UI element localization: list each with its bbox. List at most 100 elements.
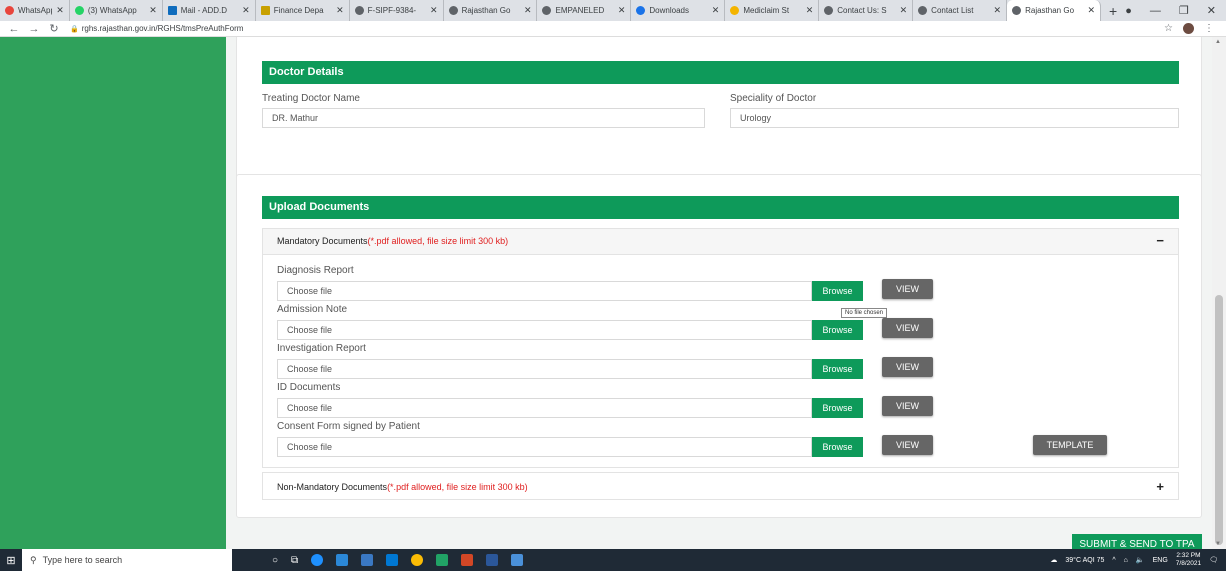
browser-tab[interactable]: Contact Us: S ✕ bbox=[819, 0, 914, 21]
profile-dot-icon[interactable]: ● bbox=[1125, 5, 1132, 17]
mail-icon[interactable] bbox=[386, 554, 399, 566]
browse-button[interactable]: Browse bbox=[812, 437, 863, 457]
notifications-icon[interactable]: 🗨 bbox=[1209, 556, 1218, 564]
scroll-up-icon[interactable]: ▲ bbox=[1215, 39, 1221, 45]
taskbar-apps: ○ ⧉ bbox=[272, 554, 524, 566]
browser-tab[interactable]: F-SIPF-9384- ✕ bbox=[350, 0, 444, 21]
file-input[interactable]: Choose file bbox=[277, 281, 812, 301]
browser-tab-active[interactable]: Rajasthan Go ✕ bbox=[1007, 0, 1102, 21]
section-heading: Upload Documents bbox=[262, 196, 1179, 219]
browse-button[interactable]: Browse bbox=[812, 281, 863, 301]
size-limit-note: (*.pdf allowed, file size limit 300 kb) bbox=[367, 236, 509, 246]
scrollbar-thumb[interactable] bbox=[1215, 295, 1223, 545]
view-button[interactable]: VIEW bbox=[882, 279, 933, 299]
treating-doctor-field[interactable]: DR. Mathur bbox=[262, 108, 705, 128]
file-explorer-icon[interactable] bbox=[361, 554, 374, 566]
address-bar: ← → ↻ 🔒 rghs.rajasthan.gov.in/RGHS/tmsPre… bbox=[0, 21, 1226, 37]
tab-favicon-icon bbox=[730, 6, 740, 15]
close-tab-icon[interactable]: ✕ bbox=[149, 5, 157, 16]
close-tab-icon[interactable]: ✕ bbox=[524, 5, 532, 16]
url-field[interactable]: 🔒 rghs.rajasthan.gov.in/RGHS/tmsPreAuthFo… bbox=[70, 24, 243, 33]
tooltip: No file chosen bbox=[841, 308, 888, 318]
menu-kebab-icon[interactable]: ⋮ bbox=[1204, 23, 1214, 34]
close-tab-icon[interactable]: ✕ bbox=[994, 5, 1002, 16]
view-button[interactable]: VIEW bbox=[882, 435, 933, 455]
tray-chevron-icon[interactable]: ^ bbox=[1112, 557, 1115, 564]
bookmark-star-icon[interactable]: ☆ bbox=[1164, 23, 1173, 34]
task-view-icon[interactable]: ⧉ bbox=[291, 555, 298, 566]
tab-favicon-icon bbox=[260, 6, 270, 15]
store-icon[interactable] bbox=[336, 554, 349, 566]
close-window-icon[interactable]: ✕ bbox=[1207, 4, 1216, 17]
mandatory-documents-header[interactable]: Mandatory Documents(*.pdf allowed, file … bbox=[263, 229, 1178, 255]
non-mandatory-documents-panel: Non-Mandatory Documents(*.pdf allowed, f… bbox=[262, 472, 1179, 500]
scrollbar[interactable]: ▲ ▼ bbox=[1212, 37, 1226, 549]
chrome-icon[interactable] bbox=[411, 554, 424, 566]
close-tab-icon[interactable]: ✕ bbox=[336, 5, 344, 16]
close-tab-icon[interactable]: ✕ bbox=[618, 5, 626, 16]
file-input[interactable]: Choose file bbox=[277, 398, 812, 418]
view-button[interactable]: VIEW bbox=[882, 318, 933, 338]
browse-button[interactable]: Browse bbox=[812, 359, 863, 379]
network-icon[interactable]: ⌂ bbox=[1124, 557, 1128, 564]
browser-tab[interactable]: WhatsApp ✕ bbox=[0, 0, 70, 21]
speciality-field[interactable]: Urology bbox=[730, 108, 1179, 128]
word-icon[interactable] bbox=[486, 554, 499, 566]
file-input[interactable]: Choose file bbox=[277, 437, 812, 457]
taskbar-search[interactable]: ⚲ Type here to search bbox=[22, 549, 232, 571]
avatar[interactable] bbox=[1183, 23, 1194, 34]
tab-favicon-icon bbox=[824, 6, 834, 15]
reload-icon[interactable]: ↻ bbox=[48, 22, 60, 35]
scroll-down-icon[interactable]: ▼ bbox=[1215, 541, 1221, 547]
browser-tab[interactable]: Rajasthan Go ✕ bbox=[444, 0, 538, 21]
new-tab-icon[interactable]: + bbox=[1101, 3, 1125, 19]
excel-icon[interactable] bbox=[436, 554, 449, 566]
tab-favicon-icon bbox=[448, 6, 458, 15]
view-button[interactable]: VIEW bbox=[882, 357, 933, 377]
close-tab-icon[interactable]: ✕ bbox=[806, 5, 814, 16]
close-tab-icon[interactable]: ✕ bbox=[712, 5, 720, 16]
browser-tab[interactable]: Mail - ADD.D ✕ bbox=[163, 0, 256, 21]
browser-tab[interactable]: Mediclaim St ✕ bbox=[725, 0, 820, 21]
close-tab-icon[interactable]: ✕ bbox=[56, 5, 64, 16]
browse-button[interactable]: Browse bbox=[812, 320, 863, 340]
section-heading: Doctor Details bbox=[262, 61, 1179, 84]
tab-favicon-icon bbox=[918, 6, 928, 15]
browser-tab[interactable]: Contact List ✕ bbox=[913, 0, 1008, 21]
file-input[interactable]: Choose file bbox=[277, 320, 812, 340]
browser-tab[interactable]: Finance Depa ✕ bbox=[256, 0, 350, 21]
file-input[interactable]: Choose file bbox=[277, 359, 812, 379]
lock-icon: 🔒 bbox=[70, 26, 79, 33]
back-icon[interactable]: ← bbox=[8, 23, 20, 35]
browser-tab[interactable]: EMPANELED ✕ bbox=[537, 0, 632, 21]
submit-send-to-tpa-button[interactable]: SUBMIT & SEND TO TPA bbox=[1072, 534, 1202, 549]
taskbar: ⊞ ⚲ Type here to search ○ ⧉ ☁ 39°C AQI 7… bbox=[0, 549, 1226, 571]
field-label: Treating Doctor Name bbox=[262, 93, 360, 104]
close-tab-icon[interactable]: ✕ bbox=[430, 5, 438, 16]
collapse-icon[interactable]: − bbox=[1156, 233, 1164, 248]
browser-tab[interactable]: (3) WhatsApp ✕ bbox=[70, 0, 163, 21]
close-tab-icon[interactable]: ✕ bbox=[900, 5, 908, 16]
doc-label: ID Documents bbox=[277, 382, 341, 393]
close-tab-icon[interactable]: ✕ bbox=[242, 5, 250, 16]
windows-start-icon[interactable]: ⊞ bbox=[0, 554, 22, 567]
forward-icon[interactable]: → bbox=[28, 23, 40, 35]
browser-tab-bar: WhatsApp ✕ (3) WhatsApp ✕ Mail - ADD.D ✕ Fi… bbox=[0, 0, 1226, 21]
clock[interactable]: 2:32 PM 7/8/2021 bbox=[1176, 552, 1201, 568]
view-button[interactable]: VIEW bbox=[882, 396, 933, 416]
powerpoint-icon[interactable] bbox=[461, 554, 474, 566]
template-button[interactable]: TEMPLATE bbox=[1033, 435, 1107, 455]
close-tab-icon[interactable]: ✕ bbox=[1087, 5, 1095, 16]
non-mandatory-documents-header[interactable]: Non-Mandatory Documents(*.pdf allowed, f… bbox=[263, 473, 1178, 499]
app-icon[interactable] bbox=[511, 554, 524, 566]
restore-icon[interactable]: ❐ bbox=[1179, 4, 1189, 17]
edge-icon[interactable] bbox=[311, 554, 324, 566]
browser-tab[interactable]: Downloads ✕ bbox=[631, 0, 726, 21]
volume-icon[interactable]: 🔈 bbox=[1136, 556, 1145, 564]
doc-label: Diagnosis Report bbox=[277, 265, 354, 276]
cortana-icon[interactable]: ○ bbox=[272, 555, 278, 566]
expand-icon[interactable]: + bbox=[1156, 479, 1164, 494]
browse-button[interactable]: Browse bbox=[812, 398, 863, 418]
minimize-icon[interactable]: — bbox=[1150, 5, 1161, 17]
doc-label: Investigation Report bbox=[277, 343, 366, 354]
